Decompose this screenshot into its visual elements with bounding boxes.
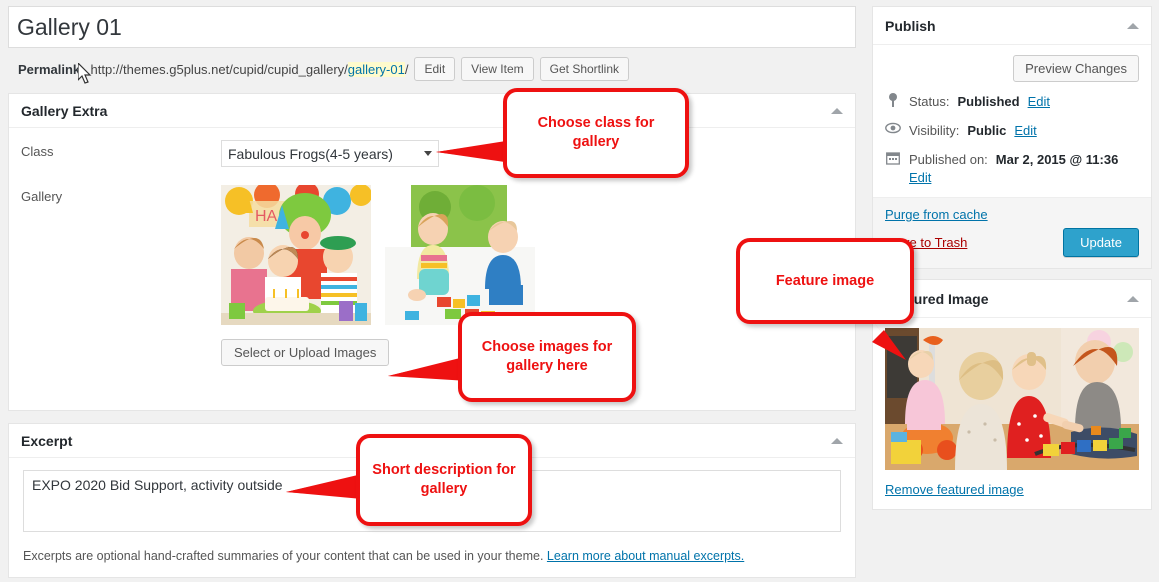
annotation-callout-feature: Feature image: [736, 238, 914, 324]
annotation-callout-images: Choose images for gallery here: [458, 312, 636, 402]
mouse-cursor: [77, 61, 94, 88]
annotation-callout-class: Choose class for gallery: [503, 88, 689, 178]
wordpress-post-editor: Gallery 01 Permalink: http://themes.g5pl…: [0, 0, 1159, 582]
annotation-callout-excerpt: Short description for gallery: [356, 434, 532, 526]
